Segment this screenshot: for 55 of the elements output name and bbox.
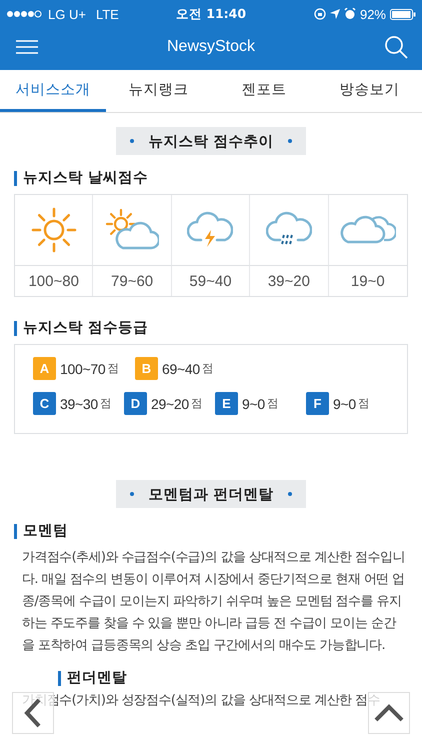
battery-percent: 92% bbox=[360, 6, 386, 22]
grade-range: 100~70 bbox=[60, 360, 106, 376]
grade-range: 69~40 bbox=[162, 360, 200, 376]
search-button[interactable] bbox=[382, 33, 410, 61]
unit-label: 점 bbox=[107, 361, 120, 376]
unit-label: 점 bbox=[100, 396, 112, 411]
unit-label: 점 bbox=[190, 396, 203, 411]
bullet-dot bbox=[288, 492, 292, 496]
grade-badge: D bbox=[124, 392, 147, 415]
grade-range: 9~0 bbox=[333, 396, 356, 412]
carrier-name: LG U+ bbox=[48, 6, 86, 22]
grade-range: 9~0 bbox=[242, 396, 265, 412]
lock-rotation-icon bbox=[314, 8, 326, 20]
alarm-clock-icon bbox=[344, 8, 356, 20]
location-arrow-icon bbox=[330, 9, 340, 19]
sun-icon bbox=[30, 207, 77, 253]
section-heading: 펀더멘탈 bbox=[58, 671, 408, 686]
section-heading: 뉴지스탁 점수등급 bbox=[14, 321, 408, 336]
unit-label: 점 bbox=[202, 361, 214, 376]
tab[interactable]: 뉴지랭크 bbox=[106, 70, 211, 112]
tab[interactable]: 서비스소개 bbox=[0, 70, 106, 112]
battery-icon bbox=[390, 8, 416, 20]
app-title: NewsyStock bbox=[166, 38, 256, 56]
section-title: 뉴지스탁 점수추이 bbox=[148, 132, 274, 150]
bullet-dot bbox=[130, 139, 134, 143]
grade-badge: F bbox=[306, 392, 329, 415]
status-time: 오전 11:40 bbox=[176, 6, 246, 22]
grade-range: 39~30 bbox=[60, 396, 98, 412]
table-cell: 79~60 bbox=[93, 266, 172, 296]
table-cell-text: 19~0 bbox=[350, 272, 386, 292]
bullet-dot bbox=[288, 139, 292, 143]
table-cell: 59~40 bbox=[172, 266, 250, 296]
bullet-dot bbox=[130, 492, 134, 496]
menu-button[interactable] bbox=[14, 38, 40, 56]
section-heading: 뉴지스탁 날씨점수 bbox=[14, 171, 408, 186]
chevron-up-icon bbox=[374, 704, 404, 722]
section-heading: 모멘텀 bbox=[14, 524, 408, 539]
sun-cloud-icon bbox=[105, 208, 160, 252]
description-text: 가격점수(추세)와 수급점수(수급)의 값을 상대적으로 계산한 점수입니다. 매일 점수의 변동이 이루어져 시장에서 중단기적으로 현재 어떤 업종/종목에 수급이 모이는지 파악하기 쉬우며 높은 모멘텀 점수를 유지하는 주도주를 찾을 수 있을 뿐만 아니라 급등 전 수급이 모이는 순간을 포착하여 급등종목의 상승 초입 구간에서의 매수도 가능합니다. bbox=[21, 549, 406, 655]
grade-badge: B bbox=[135, 357, 158, 380]
grade-badge: A bbox=[33, 357, 56, 380]
table-cell: 39~20 bbox=[250, 266, 329, 296]
tab[interactable]: 방송보기 bbox=[316, 70, 422, 112]
table-cell: 100~80 bbox=[15, 266, 94, 296]
unit-label: 점 bbox=[266, 396, 279, 411]
signal-icon bbox=[6, 9, 44, 19]
tab[interactable]: 젠포트 bbox=[211, 70, 316, 112]
search-icon bbox=[384, 35, 408, 59]
network-type: LTE bbox=[96, 6, 119, 22]
grade-badge: E bbox=[215, 392, 238, 415]
grade-badge: C bbox=[33, 392, 56, 415]
menu-icon bbox=[16, 40, 38, 54]
section-title: 모멘텀과 펀더멘탈 bbox=[148, 486, 274, 504]
grade-range: 29~20 bbox=[151, 396, 189, 412]
unit-label: 점 bbox=[358, 396, 370, 411]
